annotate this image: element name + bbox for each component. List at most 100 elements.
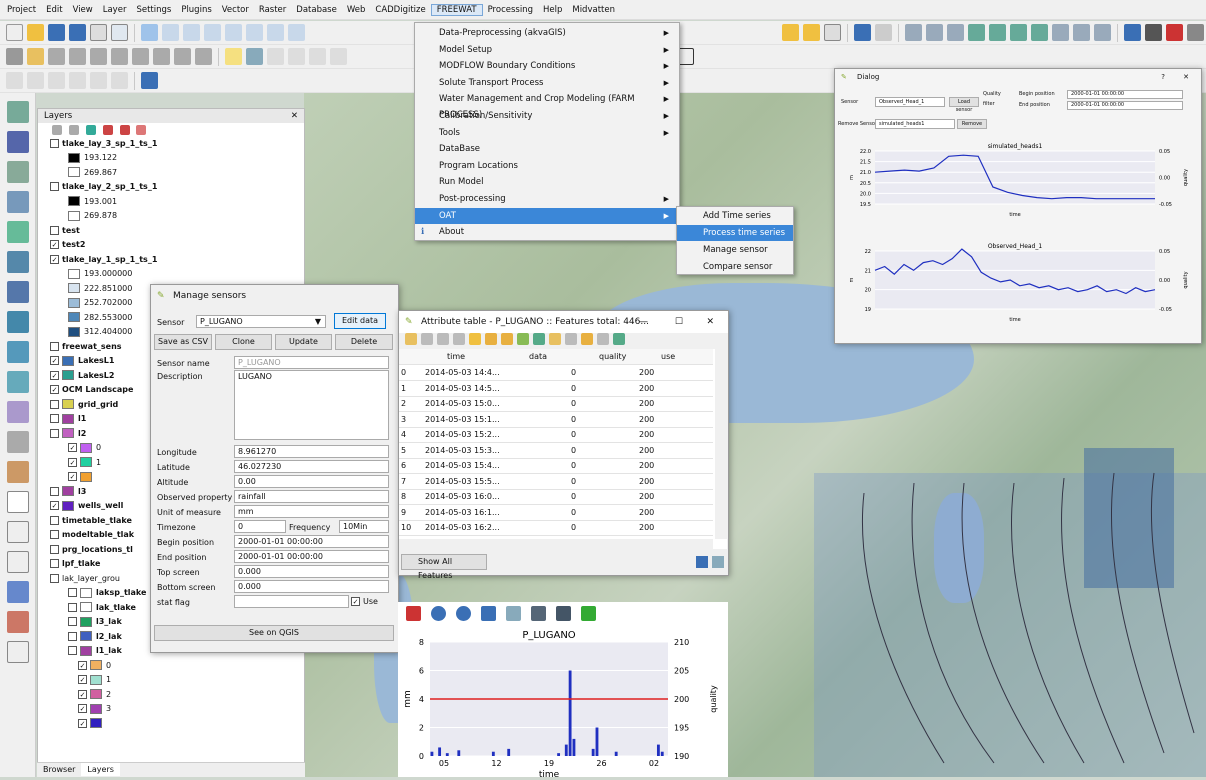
filter-checkbox[interactable]: filter [983,101,995,107]
menu-vector[interactable]: Vector [217,5,254,15]
layer-checkbox[interactable] [50,544,59,554]
add-feature-icon[interactable] [69,48,86,65]
move-feature-icon[interactable] [90,48,107,65]
layer-tree-row[interactable]: lak_tlake [68,601,136,613]
save-as-icon[interactable] [69,24,86,41]
menu-processing[interactable]: Processing [483,5,538,15]
layer-tool-6-icon[interactable] [1010,24,1027,41]
save-edits-icon[interactable] [48,48,65,65]
layer-tree-row[interactable]: ✓ OCM Landscape [50,384,133,396]
help-icon[interactable]: ? [1161,69,1165,85]
bottom-screen-field[interactable]: 0.000 [234,580,389,593]
table-row[interactable]: 5 2014-05-03 15:3... 0 200 [399,443,713,459]
layer-checkbox[interactable]: ✓ [50,370,59,380]
menu-item-2[interactable]: MODFLOW Boundary Conditions ▶ [415,58,679,74]
menu-layer[interactable]: Layer [98,5,132,15]
layer-checkbox[interactable]: ✓ [78,689,87,699]
layer-checkbox[interactable] [68,617,77,626]
layer-tool-4-icon[interactable] [968,24,985,41]
field-calculator-icon[interactable] [613,333,625,345]
table-row[interactable]: 0 2014-05-03 14:4... 0 200 [399,365,713,381]
begin-position-field[interactable]: 2000-01-01 00:00:00 [234,535,389,548]
toggle-edit-icon[interactable] [405,333,417,345]
layer-tree-row[interactable]: l3 [50,485,86,497]
table-row[interactable]: 6 2014-05-03 15:4... 0 200 [399,458,713,474]
sensor-name-field[interactable]: P_LUGANO [234,356,389,369]
layer-tree-row[interactable]: ✓ [78,717,106,729]
layer-checkbox[interactable]: ✓ [50,385,59,394]
menu-midvatten[interactable]: Midvatten [567,5,620,15]
layer-checkbox[interactable] [50,399,59,409]
menu-item-6[interactable]: Tools ▶ [415,125,679,141]
table-row[interactable]: 7 2014-05-03 15:5... 0 200 [399,474,713,490]
layer-checkbox[interactable]: ✓ [68,472,77,481]
edit-data-button[interactable]: Edit data [334,313,386,329]
form-view-icon[interactable] [712,556,724,568]
menu-item-1[interactable]: Model Setup ▶ [415,42,679,58]
edit-axis-icon[interactable] [581,605,596,621]
table-row[interactable]: 1 2014-05-03 14:5... 0 200 [399,381,713,397]
vertical-scrollbar[interactable] [715,349,727,539]
open-styling-icon[interactable] [52,125,62,135]
layer-checkbox[interactable]: ✓ [78,675,87,684]
remove-button[interactable]: Remove [957,119,987,129]
menu-project[interactable]: Project [2,5,41,15]
altitude-field[interactable]: 0.00 [234,475,389,488]
layer-tree-row[interactable]: 312.404000 [68,326,132,338]
layer-tree-row[interactable]: l1 [50,413,86,425]
layer-checkbox[interactable]: ✓ [50,240,59,249]
new-shapefile-icon[interactable] [6,431,29,453]
table-row[interactable]: 9 2014-05-03 16:1... 0 200 [399,505,713,521]
zoom-rect-icon[interactable] [506,605,521,621]
layer-tree-row[interactable]: 269.867 [68,166,117,178]
table-row[interactable]: 2 2014-05-03 15:0... 0 200 [399,396,713,412]
submenu-item-3[interactable]: Compare sensor [677,259,793,275]
submenu-item-2[interactable]: Manage sensor [677,242,793,258]
layer-tree-row[interactable]: lpf_tlake [50,558,100,570]
zoom-selection-icon[interactable] [267,24,284,41]
layer-checkbox[interactable] [68,631,77,641]
menu-item-8[interactable]: Program Locations [415,158,679,174]
menu-item-9[interactable]: Run Model [415,174,679,190]
layer-tree-row[interactable]: 282.553000 [68,311,132,323]
layer-checkbox[interactable]: ✓ [78,660,87,670]
digitize-6-icon[interactable] [111,72,128,89]
menu-settings[interactable]: Settings [131,5,176,15]
layer-tree-row[interactable]: modeltable_tlak [50,529,134,541]
label-tool-4-icon[interactable] [309,48,326,65]
tab-browser[interactable]: Browser [37,763,81,776]
layer-tree-row[interactable]: ✓ 0 [78,659,111,671]
layer-checkbox[interactable] [68,602,77,612]
table-row[interactable]: 10 2014-05-03 16:2... 0 200 [399,520,713,536]
observed-property-field[interactable]: rainfall [234,490,389,503]
layer-tree-row[interactable]: lak_layer_grou [50,572,120,584]
unit-field[interactable]: mm [234,505,389,518]
label-tool-3-icon[interactable] [288,48,305,65]
whats-this-icon[interactable] [875,24,892,41]
add-row-icon[interactable] [437,333,449,345]
layer-tool-7-icon[interactable] [1031,24,1048,41]
menu-edit[interactable]: Edit [41,5,67,15]
label-tool-1-icon[interactable] [246,48,263,65]
new-temp-layer-icon[interactable] [6,461,29,483]
node-tool-icon[interactable] [111,48,128,65]
edit-pencil-icon[interactable] [6,48,23,65]
use-checkbox[interactable]: ✓ Use [351,597,378,606]
select-all-icon[interactable] [485,333,497,345]
layer-checkbox[interactable]: ✓ [50,356,59,365]
layer-tree-row[interactable]: l2_lak [68,630,122,642]
blue-chevron-icon[interactable] [141,72,158,89]
column-header-quality[interactable]: quality [599,349,626,365]
longitude-field[interactable]: 8.961270 [234,445,389,458]
paste-features-icon[interactable] [195,48,212,65]
chart-icon[interactable] [1166,24,1183,41]
delete-button[interactable]: Delete [335,334,393,350]
show-all-features-button[interactable]: Show All Features [401,554,487,580]
layer-tool-2-icon[interactable] [926,24,943,41]
zoom-in-icon[interactable] [183,24,200,41]
layer-checkbox[interactable]: ✓ [50,254,59,264]
move-selection-top-icon[interactable] [517,333,529,345]
label-tool-2-icon[interactable] [267,48,284,65]
layer-tool-9-icon[interactable] [1073,24,1090,41]
gps-icon[interactable] [6,551,29,573]
